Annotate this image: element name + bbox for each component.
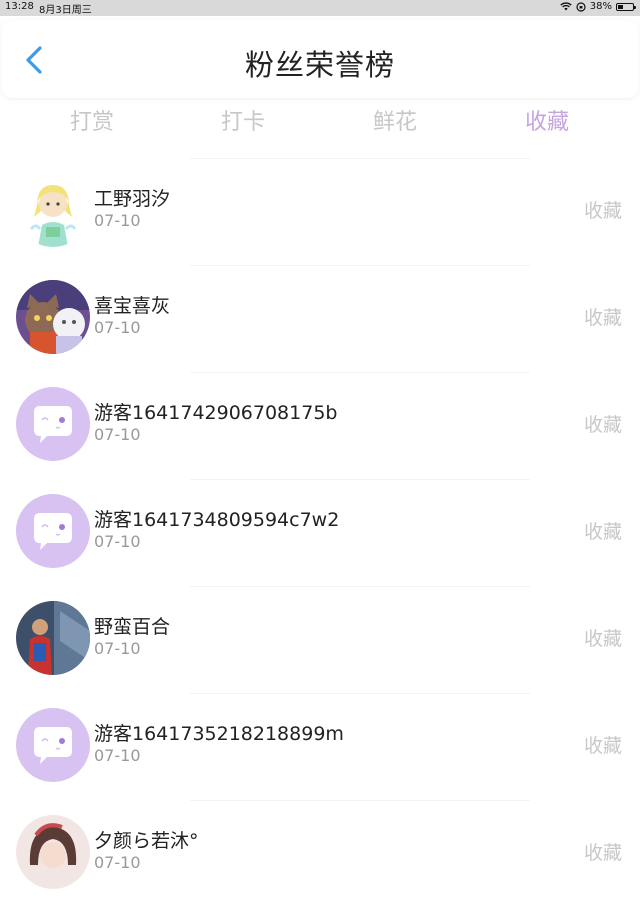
favorite-action: 收藏 <box>583 842 622 864</box>
favorite-action: 收藏 <box>583 628 622 650</box>
tab-reward[interactable]: 打赏 <box>42 104 142 136</box>
status-right: 38% <box>560 1 636 12</box>
battery-icon <box>616 2 636 11</box>
divider <box>190 158 530 159</box>
fan-list: 工野羽汐 07-10 收藏 喜宝喜灰 07-10 收藏 游客1641742906… <box>0 158 640 907</box>
tab-flowers[interactable]: 鲜花 <box>345 104 445 136</box>
guest-chat-avatar-icon <box>16 494 90 568</box>
status-bar: 13:28 8月3日周三 38% <box>0 0 640 16</box>
fan-date: 07-10 <box>94 853 141 872</box>
fan-date: 07-10 <box>94 746 141 765</box>
photo-person-avatar-icon <box>16 601 90 675</box>
list-item[interactable]: 夕颜ら若沐° 07-10 收藏 <box>0 800 640 907</box>
divider <box>190 479 530 480</box>
battery-percent: 38% <box>589 1 612 12</box>
tab-favorites[interactable]: 收藏 <box>497 104 597 136</box>
divider <box>190 265 530 266</box>
list-item[interactable]: 喜宝喜灰 07-10 收藏 <box>0 265 640 372</box>
list-item[interactable]: 工野羽汐 07-10 收藏 <box>0 158 640 265</box>
fan-name: 游客1641742906708175b <box>94 402 338 424</box>
favorite-action: 收藏 <box>583 735 622 757</box>
list-item[interactable]: 野蛮百合 07-10 收藏 <box>0 586 640 693</box>
favorite-action: 收藏 <box>583 521 622 543</box>
avatar <box>16 494 90 568</box>
fan-date: 07-10 <box>94 639 141 658</box>
fan-date: 07-10 <box>94 211 141 230</box>
favorite-action: 收藏 <box>583 307 622 329</box>
favorite-action: 收藏 <box>583 200 622 222</box>
fan-name: 喜宝喜灰 <box>94 295 171 317</box>
avatar <box>16 601 90 675</box>
anime-girl-avatar-icon <box>16 173 90 247</box>
fan-name: 野蛮百合 <box>94 616 171 638</box>
tab-bar: 打赏 打卡 鲜花 收藏 <box>0 104 640 142</box>
status-time: 13:28 <box>5 1 34 12</box>
wifi-icon <box>560 2 572 11</box>
list-item[interactable]: 游客1641734809594c7w2 07-10 收藏 <box>0 479 640 586</box>
divider <box>190 586 530 587</box>
fan-name: 夕颜ら若沐° <box>94 830 199 852</box>
avatar <box>16 815 90 889</box>
avatar <box>16 173 90 247</box>
fan-name: 游客1641734809594c7w2 <box>94 509 340 531</box>
avatar <box>16 280 90 354</box>
status-date: 8月3日周三 <box>39 5 92 16</box>
divider <box>190 693 530 694</box>
fan-date: 07-10 <box>94 532 141 551</box>
favorite-action: 收藏 <box>583 414 622 436</box>
tab-checkin[interactable]: 打卡 <box>193 104 293 136</box>
header: 粉丝荣誉榜 <box>2 20 638 98</box>
page-title: 粉丝荣誉榜 <box>244 48 395 82</box>
portrait-avatar-icon <box>16 815 90 889</box>
list-item[interactable]: 游客1641735218218899m 07-10 收藏 <box>0 693 640 800</box>
orientation-lock-icon <box>576 1 586 12</box>
divider <box>190 372 530 373</box>
avatar <box>16 387 90 461</box>
fan-name: 工野羽汐 <box>94 188 171 210</box>
divider <box>190 800 530 801</box>
cat-bear-avatar-icon <box>16 280 90 354</box>
guest-chat-avatar-icon <box>16 387 90 461</box>
list-item[interactable]: 游客1641742906708175b 07-10 收藏 <box>0 372 640 479</box>
avatar <box>16 708 90 782</box>
fan-date: 07-10 <box>94 318 141 337</box>
guest-chat-avatar-icon <box>16 708 90 782</box>
fan-date: 07-10 <box>94 425 141 444</box>
fan-name: 游客1641735218218899m <box>94 723 344 745</box>
